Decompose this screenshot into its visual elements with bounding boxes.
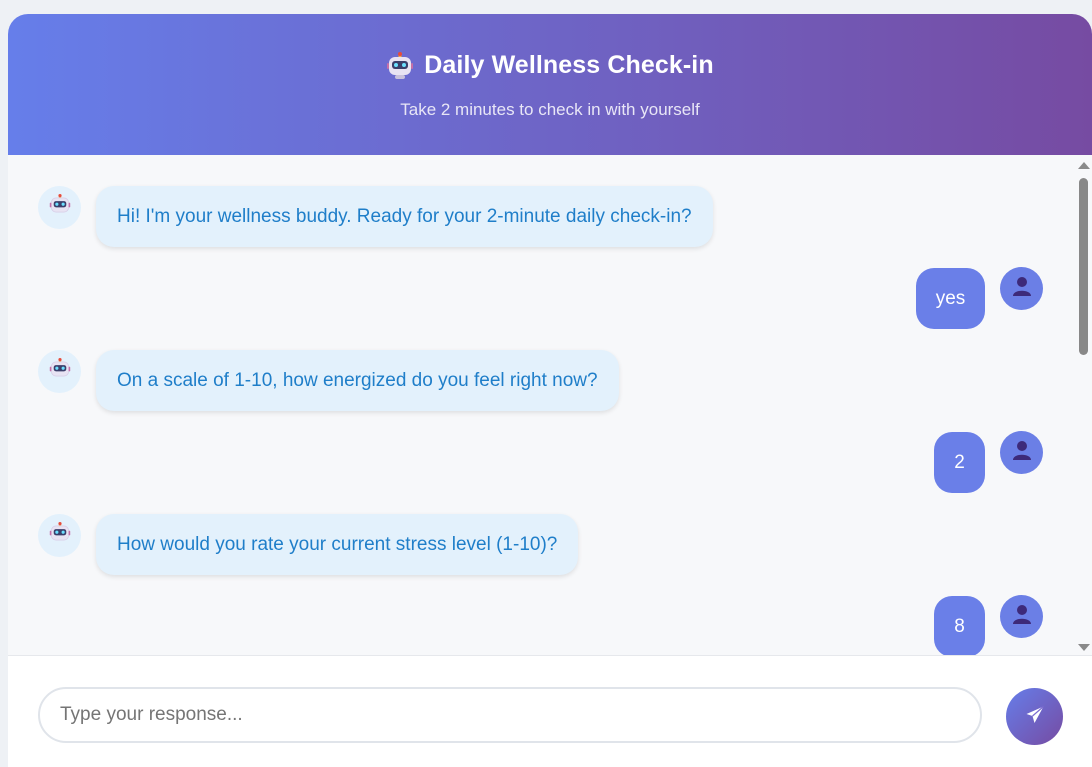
robot-icon — [49, 194, 71, 221]
scroll-thumb[interactable] — [1079, 178, 1088, 355]
send-button[interactable] — [1006, 688, 1063, 745]
bot-message: Hi! I'm your wellness buddy. Ready for y… — [38, 186, 713, 247]
user-avatar — [1000, 431, 1043, 474]
bot-message-bubble: On a scale of 1-10, how energized do you… — [96, 350, 619, 411]
user-message: 8 — [934, 595, 1043, 655]
bot-avatar — [38, 186, 81, 229]
response-input[interactable] — [38, 687, 982, 743]
user-icon — [1012, 603, 1032, 630]
robot-icon — [386, 51, 414, 80]
bot-message: How would you rate your current stress l… — [38, 514, 579, 575]
user-message: yes — [916, 267, 1043, 329]
scroll-up-arrow-icon[interactable] — [1078, 162, 1090, 169]
scroll-down-arrow-icon[interactable] — [1078, 644, 1090, 651]
bot-message-bubble: How would you rate your current stress l… — [96, 514, 579, 575]
page-subtitle: Take 2 minutes to check in with yourself — [400, 100, 700, 119]
user-message: 2 — [934, 431, 1043, 493]
chat-header: Daily Wellness Check-in Take 2 minutes t… — [8, 14, 1092, 155]
user-icon — [1012, 275, 1032, 302]
user-message-bubble: yes — [916, 268, 985, 329]
bot-message: On a scale of 1-10, how energized do you… — [38, 350, 619, 411]
chat-scrollbar[interactable] — [1074, 155, 1092, 655]
robot-icon — [49, 522, 71, 549]
user-message-bubble: 8 — [934, 596, 985, 655]
input-area — [8, 655, 1092, 767]
bot-message-bubble: Hi! I'm your wellness buddy. Ready for y… — [96, 186, 713, 247]
paper-plane-icon — [1025, 705, 1045, 728]
chat-app: Daily Wellness Check-in Take 2 minutes t… — [8, 14, 1092, 767]
bot-avatar — [38, 350, 81, 393]
user-icon — [1012, 439, 1032, 466]
user-avatar — [1000, 267, 1043, 310]
chat-messages[interactable]: Hi! I'm your wellness buddy. Ready for y… — [8, 155, 1092, 655]
user-avatar — [1000, 595, 1043, 638]
bot-avatar — [38, 514, 81, 557]
header-title-row: Daily Wellness Check-in — [8, 51, 1092, 80]
robot-icon — [49, 358, 71, 385]
page-title: Daily Wellness Check-in — [424, 51, 714, 79]
user-message-bubble: 2 — [934, 432, 985, 493]
